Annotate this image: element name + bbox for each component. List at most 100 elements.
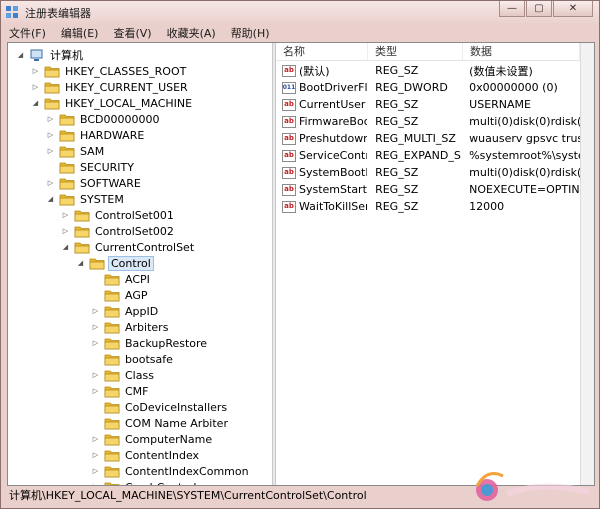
collapsed-arrow-icon[interactable]: ▷ xyxy=(91,387,100,396)
value-row[interactable]: abPreshutdownO... REG_MULTI_SZ wuauserv gp… xyxy=(276,130,580,147)
value-name: (默认) xyxy=(299,64,330,78)
collapsed-arrow-icon[interactable]: ▷ xyxy=(91,339,100,348)
menu-edit[interactable]: 编辑(E) xyxy=(57,25,99,41)
close-button[interactable]: ✕ xyxy=(553,1,593,17)
tree-node[interactable]: ◢ CurrentControlSet xyxy=(61,239,196,255)
value-row[interactable]: abServiceControl... REG_EXPAND_SZ %systemr… xyxy=(276,147,580,164)
collapsed-arrow-icon[interactable]: ▷ xyxy=(91,435,100,444)
expanded-arrow-icon[interactable]: ◢ xyxy=(61,243,70,252)
folder-icon xyxy=(104,465,120,478)
value-type: REG_SZ xyxy=(375,98,419,111)
tree-node-label: ControlSet002 xyxy=(95,224,174,238)
menu-favorites[interactable]: 收藏夹(A) xyxy=(163,25,216,41)
folder-icon xyxy=(59,145,75,158)
tree-node[interactable]: AGP xyxy=(91,287,150,303)
tree-node[interactable]: ▷ SAM xyxy=(46,143,106,159)
collapsed-arrow-icon[interactable]: ▷ xyxy=(91,307,100,316)
collapsed-arrow-icon[interactable]: ▷ xyxy=(61,227,70,236)
value-name: BootDriverFlags xyxy=(299,81,368,94)
expanded-arrow-icon[interactable]: ◢ xyxy=(16,51,25,60)
column-header-data[interactable]: 数据 xyxy=(463,43,580,60)
collapsed-arrow-icon[interactable]: ▷ xyxy=(91,371,100,380)
tree-node[interactable]: ▷ ContentIndexCommon xyxy=(91,463,251,479)
tree-node[interactable]: ▷ Arbiters xyxy=(91,319,170,335)
tree-node[interactable]: ▷ HKEY_CURRENT_USER xyxy=(31,79,190,95)
tree-node-label: Class xyxy=(125,368,154,382)
menu-bar: 文件(F) 编辑(E) 查看(V) 收藏夹(A) 帮助(H) xyxy=(5,24,595,41)
tree-node[interactable]: ▷ BackupRestore xyxy=(91,335,209,351)
close-icon: ✕ xyxy=(568,3,578,14)
tree-node[interactable]: ▷ CrashControl xyxy=(91,479,198,485)
value-row[interactable]: abSystemBootDe... REG_SZ multi(0)disk(0)rd… xyxy=(276,164,580,181)
tree-node[interactable]: ▷ CMF xyxy=(91,383,151,399)
tree-node[interactable]: COM Name Arbiter xyxy=(91,415,230,431)
tree-node[interactable]: ACPI xyxy=(91,271,152,287)
collapsed-arrow-icon[interactable]: ▷ xyxy=(31,83,40,92)
value-name-cell: abWaitToKillServi... xyxy=(276,200,367,213)
tree-node[interactable]: ▷ Class xyxy=(91,367,156,383)
window-title: 注册表编辑器 xyxy=(25,7,91,20)
value-name: SystemStartOp... xyxy=(299,183,367,196)
tree-node[interactable]: ▷ SOFTWARE xyxy=(46,175,143,191)
expanded-arrow-icon[interactable]: ◢ xyxy=(31,99,40,108)
collapsed-arrow-icon[interactable]: ▷ xyxy=(91,451,100,460)
value-row[interactable]: ab CurrentUser REG_SZ USERNAME xyxy=(276,96,580,113)
tree-node[interactable]: SECURITY xyxy=(46,159,136,175)
tree-node[interactable]: ▷ ControlSet001 xyxy=(61,207,176,223)
value-row[interactable]: abSystemStartOp... REG_SZ NOEXECUTE=OPTIN xyxy=(276,181,580,198)
value-row[interactable]: 011BootDriverFlags REG_DWORD 0x00000000 (0… xyxy=(276,79,580,96)
computer-icon xyxy=(29,49,45,62)
value-name-cell: abSystemStartOp... xyxy=(276,183,367,196)
string-value-icon: ab xyxy=(282,149,296,162)
collapsed-arrow-icon[interactable]: ▷ xyxy=(46,131,55,140)
collapsed-arrow-icon[interactable]: ▷ xyxy=(61,211,70,220)
value-row[interactable]: abFirmwareBoot... REG_SZ multi(0)disk(0)rd… xyxy=(276,113,580,130)
value-type: REG_SZ xyxy=(375,166,419,179)
minimize-button[interactable]: — xyxy=(499,1,525,17)
tree-node[interactable]: bootsafe xyxy=(91,351,175,367)
tree-node[interactable]: ▷ ContentIndex xyxy=(91,447,201,463)
maximize-button[interactable]: ▢ xyxy=(526,1,552,17)
tree-node[interactable]: ◢ Control xyxy=(76,255,154,271)
tree-node-label: AGP xyxy=(125,288,148,302)
value-name-cell: abSystemBootDe... xyxy=(276,166,367,179)
tree-node[interactable]: ▷ ComputerName xyxy=(91,431,214,447)
value-name: PreshutdownO... xyxy=(299,132,368,145)
tree-node[interactable]: ◢ HKEY_LOCAL_MACHINE xyxy=(31,95,194,111)
menu-view[interactable]: 查看(V) xyxy=(109,25,151,41)
column-header-name[interactable]: 名称 xyxy=(276,43,368,60)
expanded-arrow-icon[interactable]: ◢ xyxy=(46,195,55,204)
folder-icon xyxy=(59,113,75,126)
folder-icon xyxy=(104,449,120,462)
collapsed-arrow-icon[interactable]: ▷ xyxy=(46,115,55,124)
menu-file[interactable]: 文件(F) xyxy=(5,25,46,41)
vertical-scrollbar[interactable] xyxy=(580,43,594,485)
folder-icon xyxy=(104,433,120,446)
tree-node[interactable]: ▷ HKEY_CLASSES_ROOT xyxy=(31,63,188,79)
tree-node-label: 计算机 xyxy=(50,49,83,62)
tree-node[interactable]: ◢ 计算机 xyxy=(16,47,85,63)
value-row[interactable]: abWaitToKillServi... REG_SZ 12000 xyxy=(276,198,580,215)
tree-node[interactable]: CoDeviceInstallers xyxy=(91,399,229,415)
collapsed-arrow-icon[interactable]: ▷ xyxy=(91,467,100,476)
collapsed-arrow-icon[interactable]: ▷ xyxy=(46,147,55,156)
tree-node[interactable]: ▷ BCD00000000 xyxy=(46,111,162,127)
value-name: ServiceControl... xyxy=(299,149,367,162)
value-data: multi(0)disk(0)rdisk(0)parti xyxy=(469,115,580,128)
key-tree-pane[interactable]: ◢ 计算机 ▷ HKEY_CLASSES_ROOT ▷ HKEY_CURRENT_USER… xyxy=(8,43,272,485)
menu-help[interactable]: 帮助(H) xyxy=(227,25,270,41)
collapsed-arrow-icon[interactable]: ▷ xyxy=(31,67,40,76)
collapsed-arrow-icon[interactable]: ▷ xyxy=(91,483,100,485)
collapsed-arrow-icon[interactable]: ▷ xyxy=(91,323,100,332)
tree-node[interactable]: ◢ SYSTEM xyxy=(46,191,126,207)
tree-node[interactable]: ▷ ControlSet002 xyxy=(61,223,176,239)
value-row[interactable]: ab (默认) REG_SZ (数值未设置) xyxy=(276,62,580,79)
title-bar[interactable]: 注册表编辑器 — ▢ ✕ xyxy=(1,1,599,23)
collapsed-arrow-icon[interactable]: ▷ xyxy=(46,179,55,188)
value-list-pane[interactable]: 名称 类型 数据 ab (默认) REG_SZ (数值未设置) 011 BootDrive… xyxy=(276,43,594,485)
folder-icon xyxy=(104,401,120,414)
column-header-type[interactable]: 类型 xyxy=(368,43,463,60)
expanded-arrow-icon[interactable]: ◢ xyxy=(76,259,85,268)
tree-node[interactable]: ▷ HARDWARE xyxy=(46,127,146,143)
tree-node[interactable]: ▷ AppID xyxy=(91,303,160,319)
